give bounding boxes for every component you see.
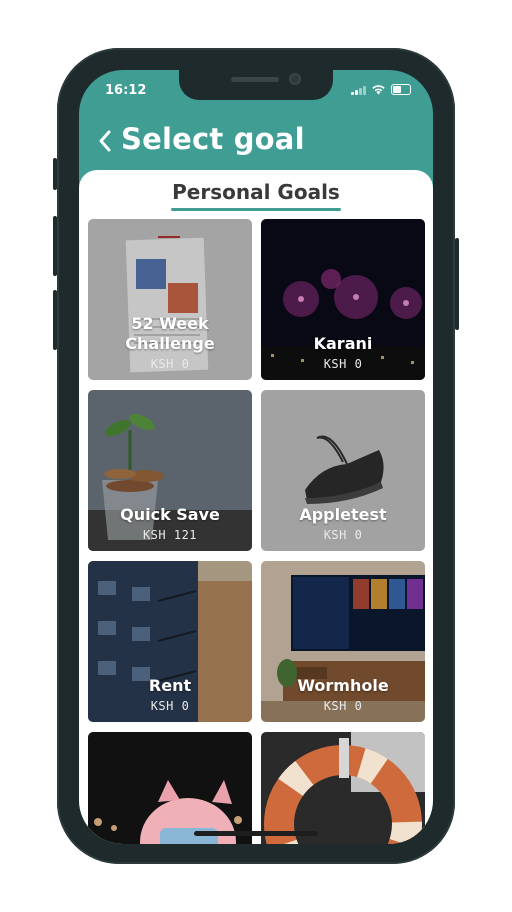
tile-shade <box>261 561 425 722</box>
tile-shade <box>261 219 425 380</box>
goal-card-lifebuoy[interactable] <box>261 732 425 844</box>
goal-amount: KSH 0 <box>323 528 363 542</box>
goal-card-karani[interactable]: Karani KSH 0 <box>261 219 425 380</box>
goal-name: Karani <box>313 334 373 353</box>
goal-card-52-week-challenge[interactable]: 52 Week Challenge KSH 0 <box>88 219 252 380</box>
goal-card-rent[interactable]: Rent KSH 0 <box>88 561 252 722</box>
goal-name: Appletest <box>299 505 387 524</box>
goal-amount: KSH 121 <box>142 528 198 542</box>
status-icons <box>351 84 411 95</box>
battery-icon <box>391 84 411 95</box>
goal-card-wormhole[interactable]: Wormhole KSH 0 <box>261 561 425 722</box>
phone-screen: 16:12 Select goal Personal Goals 52 Week… <box>79 70 433 844</box>
goal-card-quick-save[interactable]: Quick Save KSH 121 <box>88 390 252 551</box>
goal-amount: KSH 0 <box>150 699 190 713</box>
tile-shade <box>88 561 252 722</box>
tile-shade <box>261 390 425 551</box>
notch <box>179 70 333 100</box>
tile-shade <box>88 219 252 380</box>
chevron-left-icon[interactable] <box>95 128 115 154</box>
header-bar: Select goal <box>79 118 433 170</box>
signal-icon <box>351 85 366 95</box>
front-camera <box>289 73 301 85</box>
wifi-icon <box>372 85 385 95</box>
goal-card-piggy-bank[interactable] <box>88 732 252 844</box>
status-time: 16:12 <box>105 83 147 98</box>
goal-amount: KSH 0 <box>323 699 363 713</box>
power-button <box>455 238 459 330</box>
goal-name: 52 Week Challenge <box>125 314 215 353</box>
goals-panel: Personal Goals 52 Week Challenge KSH 0 K… <box>79 170 433 844</box>
piggy-bank-image <box>88 732 252 844</box>
goal-name: Rent <box>148 676 192 695</box>
goal-amount: KSH 0 <box>323 357 363 371</box>
goal-card-appletest[interactable]: Appletest KSH 0 <box>261 390 425 551</box>
tab-personal-goals[interactable]: Personal Goals <box>171 180 341 204</box>
tab-underline <box>171 208 341 211</box>
home-indicator[interactable] <box>194 831 318 836</box>
goal-name: Wormhole <box>297 676 389 695</box>
goal-amount: KSH 0 <box>150 357 190 371</box>
lifebuoy-image <box>261 732 425 844</box>
goal-name: Quick Save <box>120 505 220 524</box>
tile-shade <box>88 390 252 551</box>
speaker <box>231 77 279 82</box>
page-title: Select goal <box>121 122 305 156</box>
